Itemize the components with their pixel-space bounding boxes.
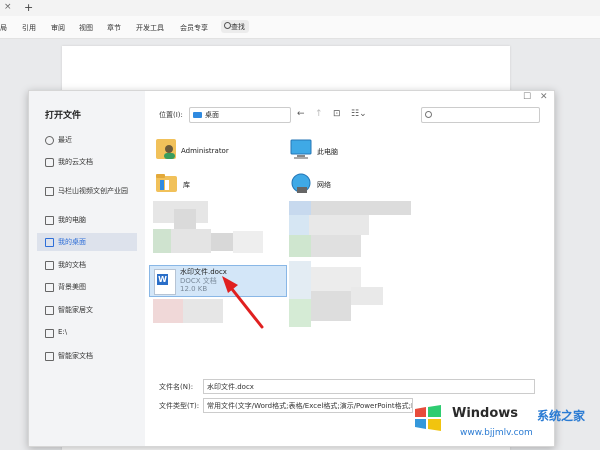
list-item-administrator[interactable]: Administrator <box>155 136 275 166</box>
sidebar-item-label: 智能家居文 <box>58 306 93 314</box>
word-document-icon: W <box>154 269 176 295</box>
location-select[interactable]: 桌面 ⌄ <box>189 107 291 123</box>
filetype-value: 常用文件(文字/Word格式;表格/Excel格式;演示/PowerPoint格… <box>207 402 413 410</box>
clock-icon <box>45 136 54 145</box>
folder-icon <box>45 352 54 361</box>
cloud-icon <box>45 158 54 167</box>
desktop-folder-icon <box>193 112 202 118</box>
watermark-subtitle: 系统之家 <box>537 409 586 423</box>
dialog-search-input[interactable] <box>421 107 540 123</box>
chevron-down-icon: ⌄ <box>205 110 211 118</box>
sidebar-item-label: E:\ <box>58 328 68 336</box>
open-file-dialog: 打开文件 最近 我的云文档 马栏山视频文创产业园 我的电脑 我的桌面 我的文档 … <box>28 90 555 447</box>
forward-button[interactable]: ↑ <box>315 109 323 119</box>
item-label: 网络 <box>317 181 331 189</box>
selected-file-item[interactable]: W 水印文件.docx DOCX 文档 12.0 KB <box>149 265 287 297</box>
item-label: Administrator <box>181 147 229 155</box>
ribbon-tab-references[interactable]: 引用 <box>22 23 36 33</box>
watermark-title: Windows <box>452 406 519 421</box>
sidebar-item-label: 我的云文档 <box>58 158 93 166</box>
dialog-title: 打开文件 <box>45 111 82 121</box>
watermark-url: www.bjjmlv.com <box>460 428 533 438</box>
sidebar-item-recent[interactable]: 最近 <box>37 131 137 149</box>
item-label: 库 <box>183 181 190 189</box>
search-icon <box>425 111 432 118</box>
back-button[interactable]: ← <box>297 109 305 119</box>
sidebar-item-label: 我的电脑 <box>58 216 86 224</box>
ribbon-tab-view[interactable]: 视图 <box>79 23 93 33</box>
filename-label: 文件名(N): <box>159 383 194 391</box>
user-folder-icon <box>156 139 176 159</box>
new-tab-button[interactable]: + <box>24 1 33 14</box>
folder-icon <box>45 283 54 292</box>
sidebar-item-label: 我的桌面 <box>58 238 86 246</box>
list-item-this-pc[interactable]: 此电脑 <box>289 136 399 166</box>
filetype-select[interactable]: 常用文件(文字/Word格式;表格/Excel格式;演示/PowerPoint格… <box>203 398 413 413</box>
sidebar-item-label: 最近 <box>58 136 72 144</box>
sidebar-item-desktop[interactable]: 我的桌面 <box>37 233 137 251</box>
dialog-sidebar: 打开文件 最近 我的云文档 马栏山视频文创产业园 我的电脑 我的桌面 我的文档 … <box>29 91 145 446</box>
ribbon-tab-member[interactable]: 会员专享 <box>180 23 208 33</box>
folder-icon <box>45 261 54 270</box>
location-label: 位置(I): <box>159 111 183 119</box>
chevron-down-icon: ⌄ <box>207 382 213 390</box>
maximize-icon[interactable]: ☐ <box>523 92 531 102</box>
desktop-icon <box>45 238 54 247</box>
network-icon <box>291 173 311 193</box>
sidebar-item-label: 我的文档 <box>58 261 86 269</box>
ribbon-tab-layout[interactable]: 局 <box>0 23 7 33</box>
ribbon-tab-review[interactable]: 审阅 <box>51 23 65 33</box>
item-label: 此电脑 <box>317 148 338 156</box>
ribbon-menu: 局 引用 审阅 视图 章节 开发工具 会员专享 <box>0 16 600 39</box>
sidebar-item-documents[interactable]: 我的文档 <box>37 256 137 274</box>
sidebar-item-computer[interactable]: 我的电脑 <box>37 211 137 229</box>
filetype-label: 文件类型(T): <box>159 402 200 410</box>
windows-logo-icon <box>415 405 441 431</box>
ribbon-search-button[interactable]: 查找 <box>221 20 249 33</box>
sidebar-item-cloud[interactable]: 我的云文档 <box>37 153 137 171</box>
new-folder-button[interactable]: ⊡ <box>333 109 341 119</box>
tab-bar: × + <box>0 0 600 17</box>
computer-icon <box>290 139 312 159</box>
sidebar-item-smart-home[interactable]: 智能家居文 <box>37 301 137 319</box>
search-label: 查找 <box>231 23 245 31</box>
file-size: 12.0 KB <box>180 285 208 293</box>
sidebar-item-label: 背景美图 <box>58 283 86 291</box>
view-mode-button[interactable]: ☷⌄ <box>351 109 367 119</box>
library-folder-icon <box>156 174 177 192</box>
sidebar-item-label: 马栏山视频文创产业园 <box>58 187 128 195</box>
filename-input[interactable]: 水印文件.docx ⌄ <box>203 379 535 394</box>
sidebar-item-backgrounds[interactable]: 背景美图 <box>37 278 137 296</box>
watermark: Windows 系统之家 www.bjjmlv.com <box>410 398 600 450</box>
sidebar-item-smart-home-docs[interactable]: 智能家文档 <box>37 347 137 365</box>
building-icon <box>45 187 54 196</box>
ribbon-tab-developer[interactable]: 开发工具 <box>136 23 164 33</box>
folder-icon <box>45 306 54 315</box>
sidebar-item-team[interactable]: 马栏山视频文创产业园 <box>37 182 137 200</box>
close-tab-icon[interactable]: × <box>4 2 12 12</box>
close-icon[interactable]: ✕ <box>540 92 548 102</box>
computer-icon <box>45 216 54 225</box>
list-item-network[interactable]: 网络 <box>289 169 399 199</box>
list-item-library[interactable]: 库 <box>155 169 275 199</box>
sidebar-item-label: 智能家文档 <box>58 352 93 360</box>
ribbon-tab-chapter[interactable]: 章节 <box>107 23 121 33</box>
folder-icon <box>45 329 54 338</box>
sidebar-item-drive-e[interactable]: E:\ <box>37 324 137 342</box>
search-icon <box>224 22 231 29</box>
